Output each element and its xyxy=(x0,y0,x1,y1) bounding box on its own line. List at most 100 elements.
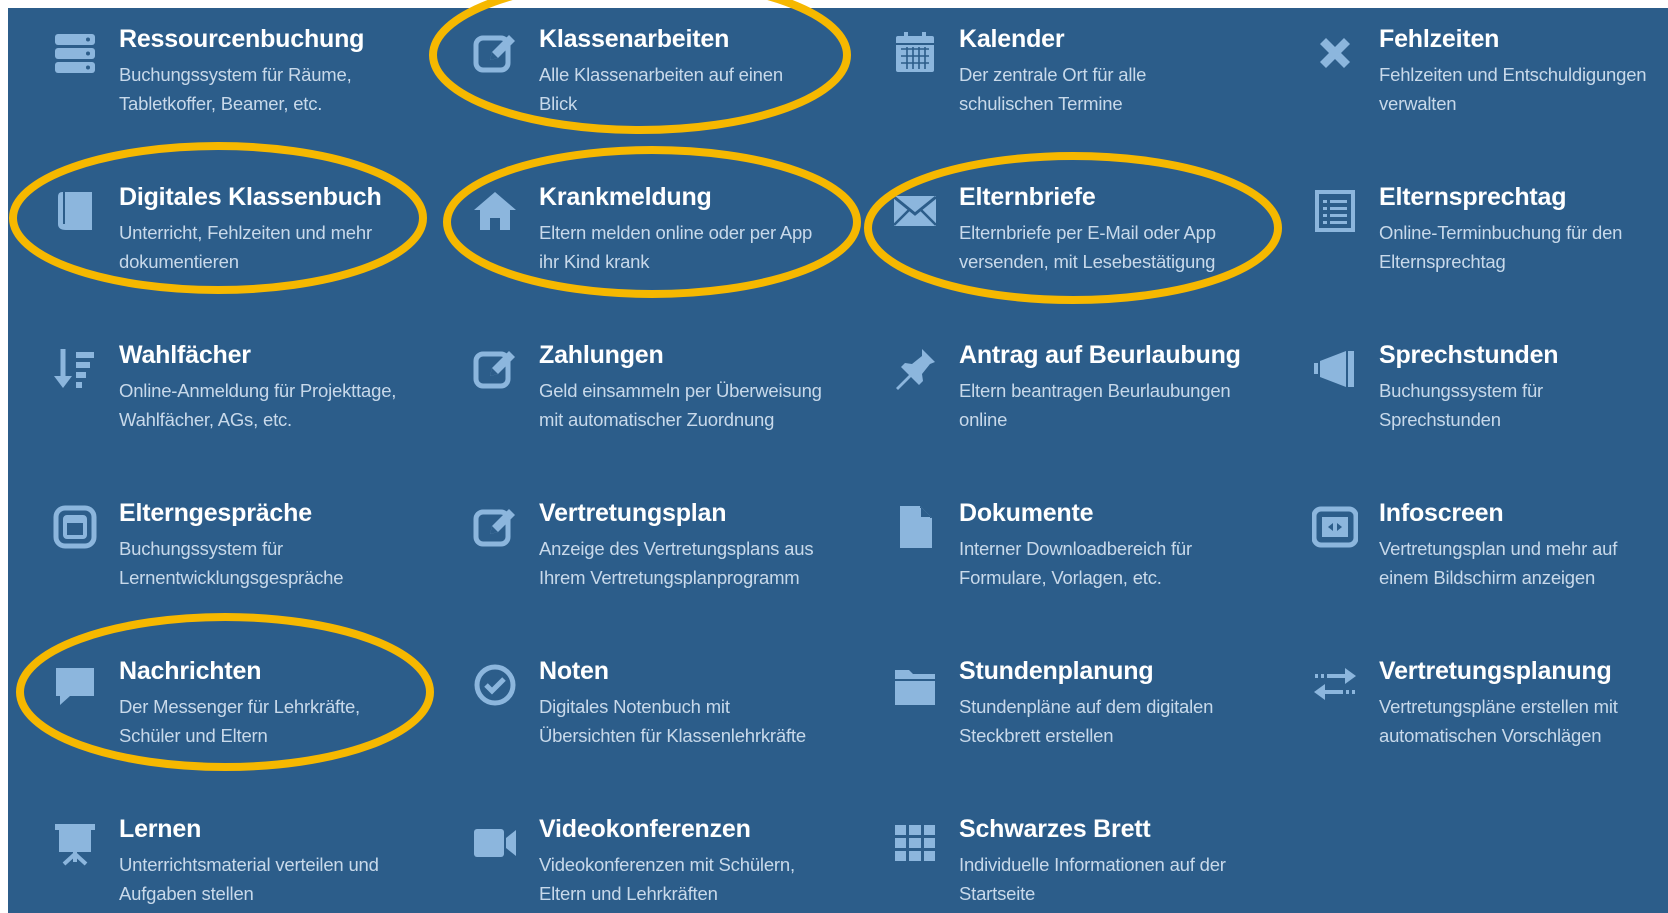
module-description-line-2: Elternsprechtag xyxy=(1379,251,1506,272)
module-title: Stundenplanung xyxy=(959,657,1154,685)
book-icon xyxy=(52,188,98,234)
module-title: Dokumente xyxy=(959,499,1094,527)
module-title: Fehlzeiten xyxy=(1379,25,1500,53)
module-description-line-2: ihr Kind krank xyxy=(539,251,650,272)
module-description-line-2: einem Bildschirm anzeigen xyxy=(1379,567,1596,588)
module-tile-stundenplanung[interactable]: Stundenplanung Stundenpläne auf dem digit… xyxy=(848,640,1253,770)
module-description: Vertretungspläne erstellen mit automatisc… xyxy=(1379,692,1668,750)
module-tile-klassenarbeiten[interactable]: Klassenarbeiten Alle Klassenarbeiten auf … xyxy=(428,8,833,138)
home-icon xyxy=(472,188,518,234)
module-title: Krankmeldung xyxy=(539,183,712,211)
module-description-line-2: Lernentwicklungsgespräche xyxy=(119,567,344,588)
module-tile-vertretungsplanung[interactable]: Vertretungsplanung Vertretungspläne erste… xyxy=(1268,640,1668,770)
module-description: Interner Downloadbereich für Formulare, V… xyxy=(959,534,1259,592)
easel-icon xyxy=(52,820,98,866)
module-description: Buchungssystem für Lernentwicklungsgesprä… xyxy=(119,534,419,592)
module-description: Fehlzeiten und Entschuldigungen verwalten xyxy=(1379,60,1668,118)
module-title: Klassenarbeiten xyxy=(539,25,730,53)
module-description-line-1: Buchungssystem für Räume, xyxy=(119,64,352,85)
module-title: Vertretungsplan xyxy=(539,499,727,527)
module-description-line-1: Interner Downloadbereich für xyxy=(959,538,1192,559)
list-icon xyxy=(1312,188,1358,234)
module-description: Eltern beantragen Beurlaubungen online xyxy=(959,376,1259,434)
module-description-line-2: Formulare, Vorlagen, etc. xyxy=(959,567,1162,588)
module-tile-sprechstunden[interactable]: Sprechstunden Buchungssystem für Sprechstu… xyxy=(1268,324,1668,454)
module-description-line-1: Online-Terminbuchung für den xyxy=(1379,222,1623,243)
module-tile-wahlfaecher[interactable]: Wahlfächer Online-Anmeldung für Projektta… xyxy=(8,324,413,454)
edit-icon xyxy=(472,30,518,76)
module-description-line-2: Übersichten für Klassenlehrkräfte xyxy=(539,725,806,746)
module-tile-ressourcenbuchung[interactable]: Ressourcenbuchung Buchungssystem für Räum… xyxy=(8,8,413,138)
module-description-line-2: dokumentieren xyxy=(119,251,239,272)
module-tile-videokonferenzen[interactable]: Videokonferenzen Videokonferenzen mit Sch… xyxy=(428,798,833,913)
pin-icon xyxy=(892,346,938,392)
megaphone-icon xyxy=(1312,346,1358,392)
module-description-line-1: Elternbriefe per E-Mail oder App xyxy=(959,222,1216,243)
module-description-line-1: Vertretungsplan und mehr auf xyxy=(1379,538,1618,559)
sort-icon xyxy=(52,346,98,392)
window-icon xyxy=(52,504,98,550)
module-tile-vertretungsplan[interactable]: Vertretungsplan Anzeige des Vertretungspl… xyxy=(428,482,833,612)
module-description: Unterrichtsmaterial verteilen und Aufgabe… xyxy=(119,850,419,908)
module-tile-kalender[interactable]: Kalender Der zentrale Ort für alle schulis… xyxy=(848,8,1253,138)
module-description-line-2: schulischen Termine xyxy=(959,93,1123,114)
module-description-line-1: Anzeige des Vertretungsplans aus xyxy=(539,538,814,559)
module-description-line-1: Buchungssystem für xyxy=(1379,380,1544,401)
module-tile-nachrichten[interactable]: Nachrichten Der Messenger für Lehrkräfte,… xyxy=(8,640,413,770)
module-description: Unterricht, Fehlzeiten und mehr dokumenti… xyxy=(119,218,419,276)
module-tile-zahlungen[interactable]: Zahlungen Geld einsammeln per Überweisung… xyxy=(428,324,833,454)
module-tile-lernen[interactable]: Lernen Unterrichtsmaterial verteilen und A… xyxy=(8,798,413,913)
module-description-line-1: Individuelle Informationen auf der xyxy=(959,854,1226,875)
module-description-line-1: Unterricht, Fehlzeiten und mehr xyxy=(119,222,372,243)
check-circle-icon xyxy=(472,662,518,708)
x-icon xyxy=(1312,30,1358,76)
module-description: Buchungssystem für Sprechstunden xyxy=(1379,376,1668,434)
module-tile-infoscreen[interactable]: Infoscreen Vertretungsplan und mehr auf ei… xyxy=(1268,482,1668,612)
module-tile-elternbriefe[interactable]: Elternbriefe Elternbriefe per E-Mail oder… xyxy=(848,166,1253,296)
module-title: Antrag auf Beurlaubung xyxy=(959,341,1241,369)
server-icon xyxy=(52,30,98,76)
module-tile-fehlzeiten[interactable]: Fehlzeiten Fehlzeiten und Entschuldigunge… xyxy=(1268,8,1668,138)
module-tile-elterngespraeche[interactable]: Elterngespräche Buchungssystem für Lernent… xyxy=(8,482,413,612)
module-description-line-1: Unterrichtsmaterial verteilen und xyxy=(119,854,379,875)
module-tile-noten[interactable]: Noten Digitales Notenbuch mit Übersichten … xyxy=(428,640,833,770)
module-description: Online-Anmeldung für Projekttage, Wahlfäc… xyxy=(119,376,419,434)
edit-icon xyxy=(472,504,518,550)
module-description-line-2: Wahlfächer, AGs, etc. xyxy=(119,409,292,430)
module-description-line-1: Eltern beantragen Beurlaubungen xyxy=(959,380,1231,401)
module-description: Geld einsammeln per Überweisung mit autom… xyxy=(539,376,839,434)
module-description: Der Messenger für Lehrkräfte, Schüler und… xyxy=(119,692,419,750)
module-tile-schwarzes-brett[interactable]: Schwarzes Brett Individuelle Informatione… xyxy=(848,798,1253,913)
module-tile-elternsprechtag[interactable]: Elternsprechtag Online-Terminbuchung für … xyxy=(1268,166,1668,296)
module-title: Sprechstunden xyxy=(1379,341,1559,369)
chat-icon xyxy=(52,662,98,708)
module-tile-digitales-klassenbuch[interactable]: Digitales Klassenbuch Unterricht, Fehlzei… xyxy=(8,166,413,296)
module-tile-dokumente[interactable]: Dokumente Interner Downloadbereich für For… xyxy=(848,482,1253,612)
module-description-line-2: mit automatischer Zuordnung xyxy=(539,409,775,430)
module-title: Nachrichten xyxy=(119,657,262,685)
grid-icon xyxy=(892,820,938,866)
module-title: Videokonferenzen xyxy=(539,815,751,843)
module-tile-antrag-auf-beurlaubung[interactable]: Antrag auf Beurlaubung Eltern beantragen … xyxy=(848,324,1253,454)
module-description: Vertretungsplan und mehr auf einem Bildsc… xyxy=(1379,534,1668,592)
module-description-line-2: Steckbrett erstellen xyxy=(959,725,1114,746)
module-description: Elternbriefe per E-Mail oder App versende… xyxy=(959,218,1259,276)
module-description-line-1: Vertretungspläne erstellen mit xyxy=(1379,696,1618,717)
exchange-icon xyxy=(1312,662,1358,708)
module-description: Alle Klassenarbeiten auf einen Blick xyxy=(539,60,839,118)
module-tile-krankmeldung[interactable]: Krankmeldung Eltern melden online oder pe… xyxy=(428,166,833,296)
module-description-line-1: Stundenpläne auf dem digitalen xyxy=(959,696,1214,717)
file-icon xyxy=(892,504,938,550)
module-description-line-1: Alle Klassenarbeiten auf einen xyxy=(539,64,783,85)
module-title: Vertretungsplanung xyxy=(1379,657,1612,685)
module-description-line-1: Geld einsammeln per Überweisung xyxy=(539,380,822,401)
module-title: Digitales Klassenbuch xyxy=(119,183,382,211)
module-title: Schwarzes Brett xyxy=(959,815,1151,843)
module-title: Kalender xyxy=(959,25,1065,53)
module-description-line-1: Buchungssystem für xyxy=(119,538,284,559)
module-description: Digitales Notenbuch mit Übersichten für K… xyxy=(539,692,839,750)
module-grid: Ressourcenbuchung Buchungssystem für Räum… xyxy=(8,8,1668,913)
module-description-line-1: Fehlzeiten und Entschuldigungen xyxy=(1379,64,1647,85)
folder-icon xyxy=(892,662,938,708)
module-description: Eltern melden online oder per App ihr Kin… xyxy=(539,218,839,276)
